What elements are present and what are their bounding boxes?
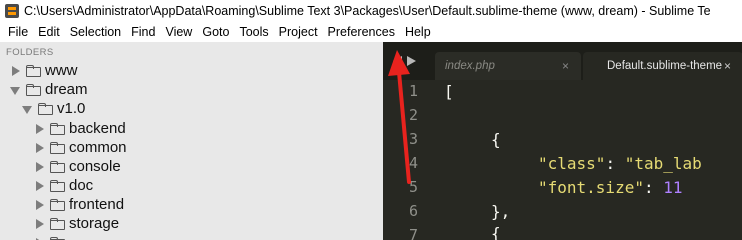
json-number-value: 11 xyxy=(663,178,683,197)
line-number: 4 xyxy=(409,154,419,172)
folder-icon xyxy=(50,217,65,230)
tree-item-dream[interactable]: dream xyxy=(10,80,88,99)
tree-item-partial[interactable] xyxy=(34,233,69,240)
line-number: 6 xyxy=(409,202,419,220)
close-icon[interactable]: × xyxy=(724,59,731,73)
tree-item-label: backend xyxy=(69,120,126,137)
menu-view[interactable]: View xyxy=(160,22,197,42)
collapse-arrow-icon[interactable] xyxy=(10,85,20,95)
tab-label: index.php xyxy=(445,60,495,72)
folder-icon xyxy=(50,179,65,192)
menu-preferences[interactable]: Preferences xyxy=(323,22,400,42)
sublime-text-icon xyxy=(5,4,19,18)
tree-item-label: common xyxy=(69,139,127,156)
tree-item-storage[interactable]: storage xyxy=(34,214,119,233)
json-key: "class" xyxy=(538,154,606,173)
code-line-6[interactable]: }, xyxy=(491,202,510,221)
tree-item-common[interactable]: common xyxy=(34,138,127,157)
menu-help[interactable]: Help xyxy=(400,22,436,42)
folder-icon xyxy=(50,141,65,154)
code-line-7[interactable]: { xyxy=(491,224,501,240)
folder-icon xyxy=(50,236,65,240)
expand-arrow-icon[interactable] xyxy=(34,161,44,172)
tab-default-sublime-theme[interactable]: Default.sublime-theme × xyxy=(583,52,742,80)
menu-find[interactable]: Find xyxy=(126,22,160,42)
tree-item-label: www xyxy=(45,62,78,79)
menu-goto[interactable]: Goto xyxy=(197,22,234,42)
close-brace: }, xyxy=(491,202,511,221)
tree-item-frontend[interactable]: frontend xyxy=(34,195,124,214)
window-title: C:\Users\Administrator\AppData\Roaming\S… xyxy=(24,4,711,18)
close-icon[interactable]: × xyxy=(562,59,569,73)
title-bar: C:\Users\Administrator\AppData\Roaming\S… xyxy=(0,0,742,22)
tree-item-label: v1.0 xyxy=(57,100,86,117)
json-separator: : xyxy=(643,178,664,197)
open-bracket: [ xyxy=(444,82,454,101)
tab-label: Default.sublime-theme xyxy=(607,60,723,72)
line-number-gutter: 1 2 3 4 5 6 7 xyxy=(383,80,427,240)
open-brace: { xyxy=(491,224,501,240)
folder-icon xyxy=(50,122,65,135)
open-folder-icon xyxy=(26,83,41,96)
json-separator: : xyxy=(605,154,625,173)
folder-icon xyxy=(50,198,65,211)
line-number: 3 xyxy=(409,130,419,148)
tree-item-www[interactable]: www xyxy=(10,61,78,80)
menu-edit[interactable]: Edit xyxy=(33,22,65,42)
menu-file[interactable]: File xyxy=(3,22,33,42)
tree-item-backend[interactable]: backend xyxy=(34,119,126,138)
menu-project[interactable]: Project xyxy=(274,22,323,42)
expand-arrow-icon[interactable] xyxy=(34,199,44,210)
tab-bar: index.php × Default.sublime-theme × xyxy=(383,42,742,80)
editor-pane[interactable]: index.php × Default.sublime-theme × 1 2 … xyxy=(383,42,742,240)
tree-item-label: frontend xyxy=(69,196,125,213)
sidebar: FOLDERS www dream v1.0 backend common co… xyxy=(0,42,383,240)
line-number: 1 xyxy=(409,82,419,100)
tree-item-doc[interactable]: doc xyxy=(34,176,93,195)
expand-arrow-icon[interactable] xyxy=(34,142,44,153)
code-line-3[interactable]: { xyxy=(491,130,501,149)
tree-item-label: dream xyxy=(45,81,88,98)
tree-item-console[interactable]: console xyxy=(34,157,121,176)
tree-item-label: storage xyxy=(69,215,120,232)
open-brace: { xyxy=(491,130,501,149)
open-folder-icon xyxy=(38,102,53,115)
collapse-arrow-icon[interactable] xyxy=(22,104,32,114)
json-string-value: "tab_lab xyxy=(624,154,702,173)
line-number: 2 xyxy=(409,106,419,124)
folders-header: FOLDERS xyxy=(6,47,54,58)
tree-item-label: console xyxy=(69,158,121,175)
tab-index-php[interactable]: index.php × xyxy=(435,52,581,80)
tree-item-label: doc xyxy=(69,177,94,194)
menu-bar: File Edit Selection Find View Goto Tools… xyxy=(0,22,742,42)
tab-prev-icon[interactable] xyxy=(393,56,402,66)
folder-icon xyxy=(26,64,41,77)
expand-arrow-icon[interactable] xyxy=(10,65,20,76)
code-line-1[interactable]: [ xyxy=(444,82,454,101)
expand-arrow-icon[interactable] xyxy=(34,218,44,229)
folder-icon xyxy=(50,160,65,173)
json-key: "font.size" xyxy=(538,178,644,197)
expand-arrow-icon[interactable] xyxy=(34,180,44,191)
menu-tools[interactable]: Tools xyxy=(234,22,273,42)
expand-arrow-icon[interactable] xyxy=(34,123,44,134)
menu-selection[interactable]: Selection xyxy=(65,22,126,42)
tab-next-icon[interactable] xyxy=(407,56,416,66)
code-line-4[interactable]: "class": "tab_lab xyxy=(538,154,702,173)
line-number: 5 xyxy=(409,178,419,196)
code-line-5[interactable]: "font.size": 11 xyxy=(538,178,683,197)
tree-item-v1-0[interactable]: v1.0 xyxy=(22,99,85,118)
tab-navigation-arrows-icon[interactable] xyxy=(393,56,421,68)
line-number: 7 xyxy=(409,226,419,240)
